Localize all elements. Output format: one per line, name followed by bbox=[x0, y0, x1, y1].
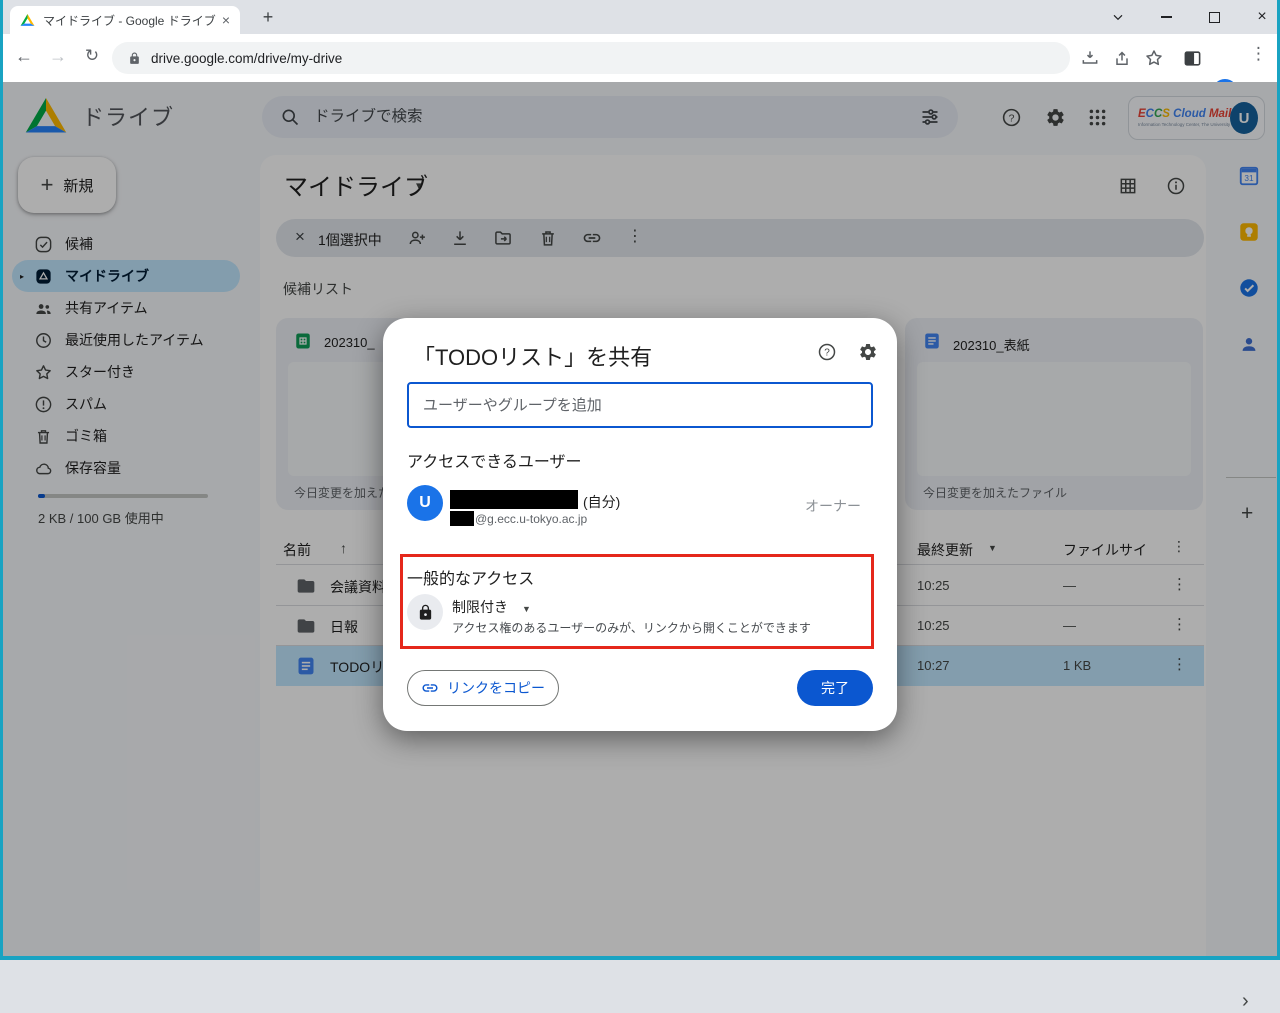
general-access-label: 一般的なアクセス bbox=[407, 565, 534, 589]
share-page-icon[interactable] bbox=[1112, 48, 1132, 68]
tab-search-chevron-icon[interactable] bbox=[1095, 0, 1141, 34]
owner-email-domain: @g.ecc.u-tokyo.ac.jp bbox=[475, 512, 587, 526]
side-panel-icon[interactable] bbox=[1183, 49, 1202, 68]
bookmark-star-icon[interactable] bbox=[1144, 48, 1164, 68]
restricted-lock-icon bbox=[407, 594, 443, 630]
tab-title: マイドライブ - Google ドライブ bbox=[43, 12, 220, 29]
browser-titlebar: マイドライブ - Google ドライブ × + × bbox=[0, 0, 1280, 34]
redacted-owner-name bbox=[450, 490, 578, 509]
share-dialog: 「TODOリスト」を共有 アクセスできるユーザー U (自分) @g.ecc.u… bbox=[383, 318, 897, 731]
screen-border bbox=[0, 956, 1280, 960]
done-label: 完了 bbox=[821, 678, 849, 698]
screen-border bbox=[0, 0, 3, 960]
restricted-description: アクセス権のあるユーザーのみが、リンクから開くことができます bbox=[452, 619, 811, 636]
general-access-dropdown[interactable]: 制限付き ▼ bbox=[452, 597, 531, 617]
owner-role-label: オーナー bbox=[805, 496, 861, 516]
url-text: drive.google.com/drive/my-drive bbox=[151, 51, 342, 66]
share-settings-gear-icon[interactable] bbox=[858, 342, 878, 362]
window-maximize-button[interactable] bbox=[1191, 0, 1237, 34]
copy-link-button[interactable]: リンクをコピー bbox=[407, 670, 559, 706]
copy-link-label: リンクをコピー bbox=[447, 678, 545, 698]
restricted-label: 制限付き bbox=[452, 599, 508, 615]
owner-avatar: U bbox=[407, 485, 443, 521]
add-people-input[interactable] bbox=[407, 382, 873, 428]
browser-toolbar: ← → ↻ drive.google.com/drive/my-drive U … bbox=[0, 34, 1280, 82]
people-with-access-label: アクセスできるユーザー bbox=[407, 448, 582, 472]
share-dialog-title: 「TODOリスト」を共有 bbox=[413, 340, 652, 372]
browser-tab[interactable]: マイドライブ - Google ドライブ × bbox=[10, 6, 240, 34]
dropdown-arrow-icon: ▼ bbox=[522, 604, 531, 614]
download-page-icon[interactable] bbox=[1080, 48, 1100, 68]
done-button[interactable]: 完了 bbox=[797, 670, 873, 706]
lock-icon bbox=[128, 52, 141, 65]
drive-favicon bbox=[20, 13, 35, 27]
link-icon bbox=[421, 679, 439, 697]
redacted-email-localpart bbox=[450, 511, 474, 526]
show-side-panel-icon[interactable]: › bbox=[1242, 990, 1249, 1013]
owner-self-label: (自分) bbox=[583, 492, 620, 512]
browser-menu-icon[interactable]: ⋮ bbox=[1250, 44, 1267, 64]
reload-icon[interactable]: ↻ bbox=[80, 46, 104, 66]
new-tab-button[interactable]: + bbox=[256, 5, 280, 29]
forward-icon[interactable]: → bbox=[46, 46, 70, 67]
window-close-button[interactable]: × bbox=[1239, 0, 1280, 34]
share-help-icon[interactable] bbox=[817, 342, 837, 362]
tab-close-icon[interactable]: × bbox=[220, 12, 232, 28]
address-bar[interactable]: drive.google.com/drive/my-drive bbox=[112, 42, 1070, 74]
window-minimize-button[interactable] bbox=[1143, 0, 1189, 34]
back-icon[interactable]: ← bbox=[12, 46, 36, 67]
